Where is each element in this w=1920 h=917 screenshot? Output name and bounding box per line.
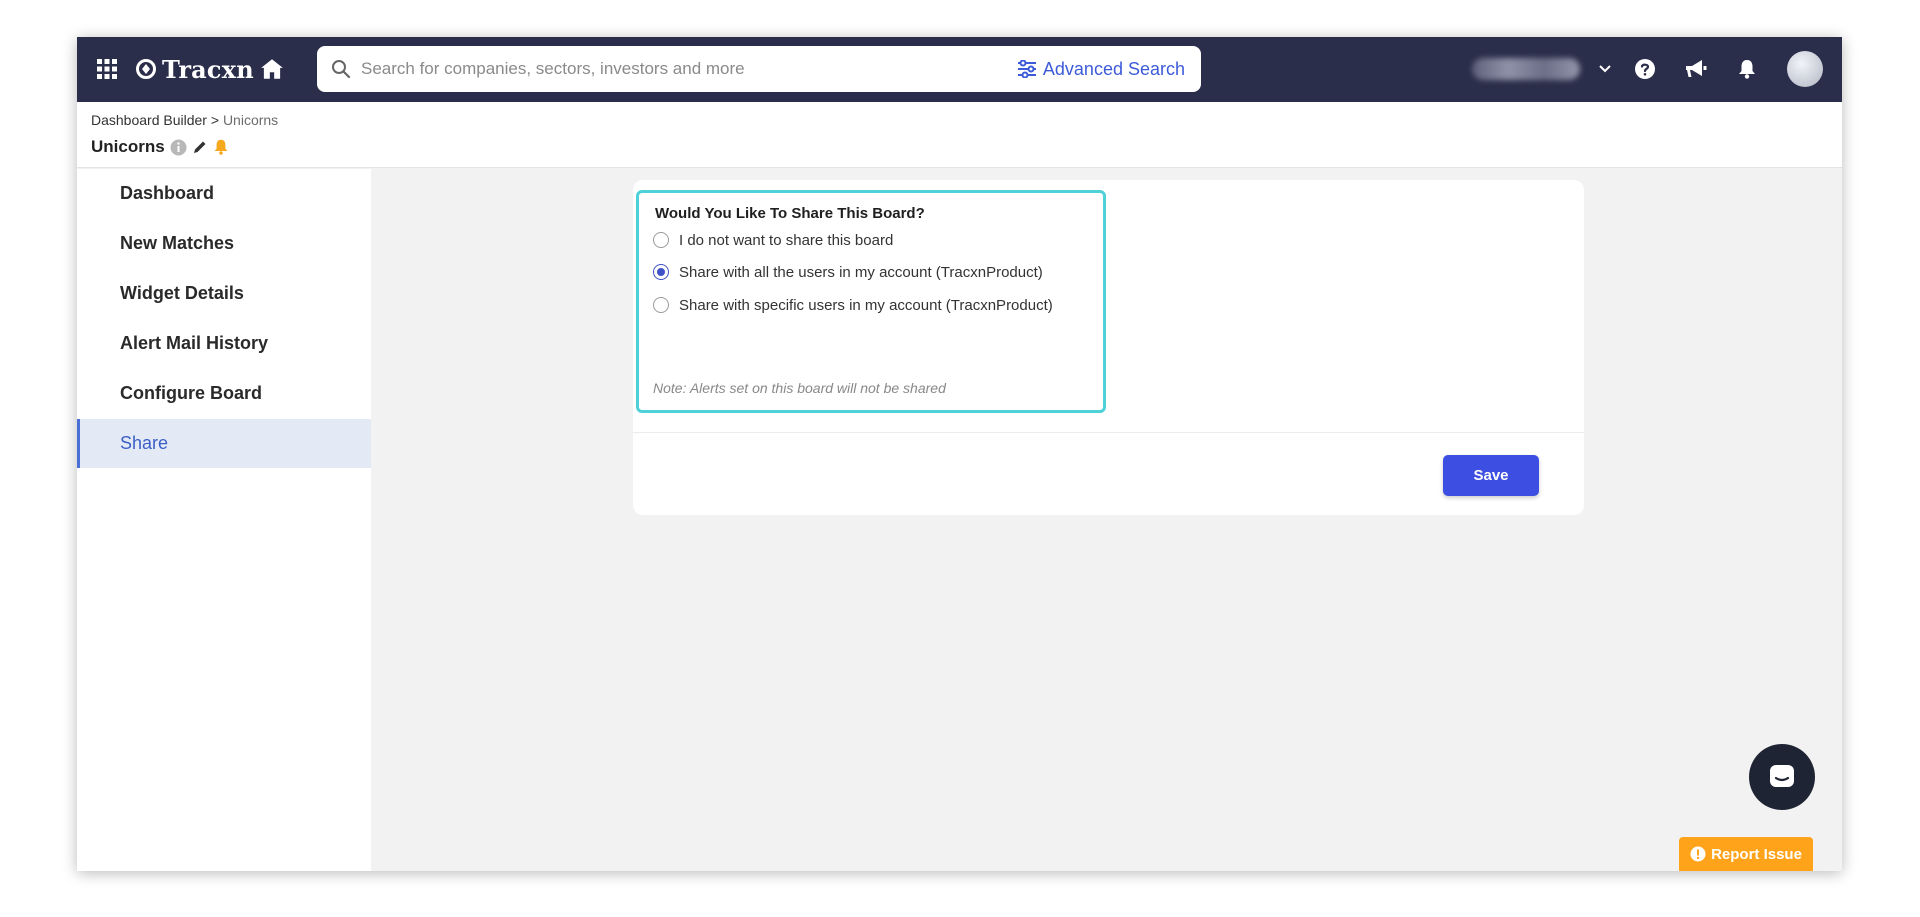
radio-option-label: Share with all the users in my account (… xyxy=(679,263,1043,281)
report-issue-button[interactable]: Report Issue xyxy=(1679,837,1813,871)
breadcrumb-parent[interactable]: Dashboard Builder xyxy=(91,112,207,128)
share-settings-card: Would You Like To Share This Board? I do… xyxy=(633,180,1584,515)
radio-button[interactable] xyxy=(653,232,669,248)
alerts-note: Note: Alerts set on this board will not … xyxy=(653,380,946,396)
breadcrumb-current: Unicorns xyxy=(222,112,279,128)
search-icon xyxy=(332,60,351,79)
edit-pencil-icon[interactable] xyxy=(192,139,208,155)
chat-launcher-button[interactable] xyxy=(1749,744,1815,810)
radio-option-share-all-users[interactable]: Share with all the users in my account (… xyxy=(653,261,1043,283)
sidebar-item-configure-board[interactable]: Configure Board xyxy=(77,369,371,418)
alert-bell-icon[interactable] xyxy=(213,138,229,156)
breadcrumb-separator: > xyxy=(206,112,223,128)
radio-button[interactable] xyxy=(653,297,669,313)
share-options-panel: Would You Like To Share This Board? I do… xyxy=(636,190,1106,413)
sidebar-item-new-matches[interactable]: New Matches xyxy=(77,219,371,268)
board-title-text: Unicorns xyxy=(91,137,165,156)
sidebar-item-dashboard[interactable]: Dashboard xyxy=(77,169,371,218)
megaphone-icon[interactable] xyxy=(1683,56,1709,82)
sidebar-item-widget-details[interactable]: Widget Details xyxy=(77,269,371,318)
tracxn-logo[interactable]: Tracxn xyxy=(135,54,254,84)
radio-option-label: Share with specific users in my account … xyxy=(679,296,1053,314)
sidebar-item-alert-mail-history[interactable]: Alert Mail History xyxy=(77,319,371,368)
chevron-down-icon[interactable] xyxy=(1592,56,1618,82)
sidebar-item-label: Widget Details xyxy=(120,283,244,303)
sidebar-item-label: Alert Mail History xyxy=(120,333,269,353)
share-question-title: Would You Like To Share This Board? xyxy=(655,205,925,222)
save-button[interactable]: Save xyxy=(1443,455,1539,496)
radio-option-no-share[interactable]: I do not want to share this board xyxy=(653,229,893,251)
advanced-search-button[interactable]: Advanced Search xyxy=(1017,57,1185,81)
sidebar-item-label: New Matches xyxy=(120,233,235,253)
sidebar-item-label: Dashboard xyxy=(120,183,215,203)
board-title: Unicorns xyxy=(91,137,229,157)
account-name-redacted[interactable] xyxy=(1472,58,1580,80)
alert-circle-icon xyxy=(1690,846,1706,862)
sidebar-item-label: Configure Board xyxy=(120,383,262,403)
search-bar: Advanced Search xyxy=(317,46,1201,92)
report-issue-label: Report Issue xyxy=(1711,845,1802,863)
sidebar: Dashboard New Matches Widget Details Ale… xyxy=(77,169,371,871)
sidebar-item-share[interactable]: Share xyxy=(77,419,371,468)
radio-button-selected[interactable] xyxy=(653,264,669,280)
breadcrumb: Dashboard Builder > Unicorns xyxy=(91,112,278,128)
top-nav: Tracxn Advanced Se xyxy=(77,37,1842,102)
radio-option-share-specific-users[interactable]: Share with specific users in my account … xyxy=(653,294,1053,316)
bell-icon[interactable] xyxy=(1734,56,1760,82)
tracxn-logo-icon xyxy=(136,59,156,79)
radio-option-label: I do not want to share this board xyxy=(679,231,894,249)
info-icon[interactable] xyxy=(170,139,187,156)
apps-grid-icon[interactable] xyxy=(95,57,119,81)
help-icon[interactable] xyxy=(1632,56,1658,82)
card-divider xyxy=(633,432,1584,433)
chat-icon xyxy=(1770,765,1794,787)
board-header: Dashboard Builder > Unicorns Unicorns xyxy=(77,102,1842,168)
search-input[interactable] xyxy=(361,52,961,86)
advanced-search-label: Advanced Search xyxy=(1042,58,1185,79)
filter-sliders-icon xyxy=(1017,60,1036,78)
home-icon[interactable] xyxy=(259,56,285,82)
logo-text: Tracxn xyxy=(162,54,254,84)
user-avatar[interactable] xyxy=(1787,51,1823,87)
app-window: Tracxn Advanced Se xyxy=(77,37,1842,871)
sidebar-item-label: Share xyxy=(120,433,169,453)
